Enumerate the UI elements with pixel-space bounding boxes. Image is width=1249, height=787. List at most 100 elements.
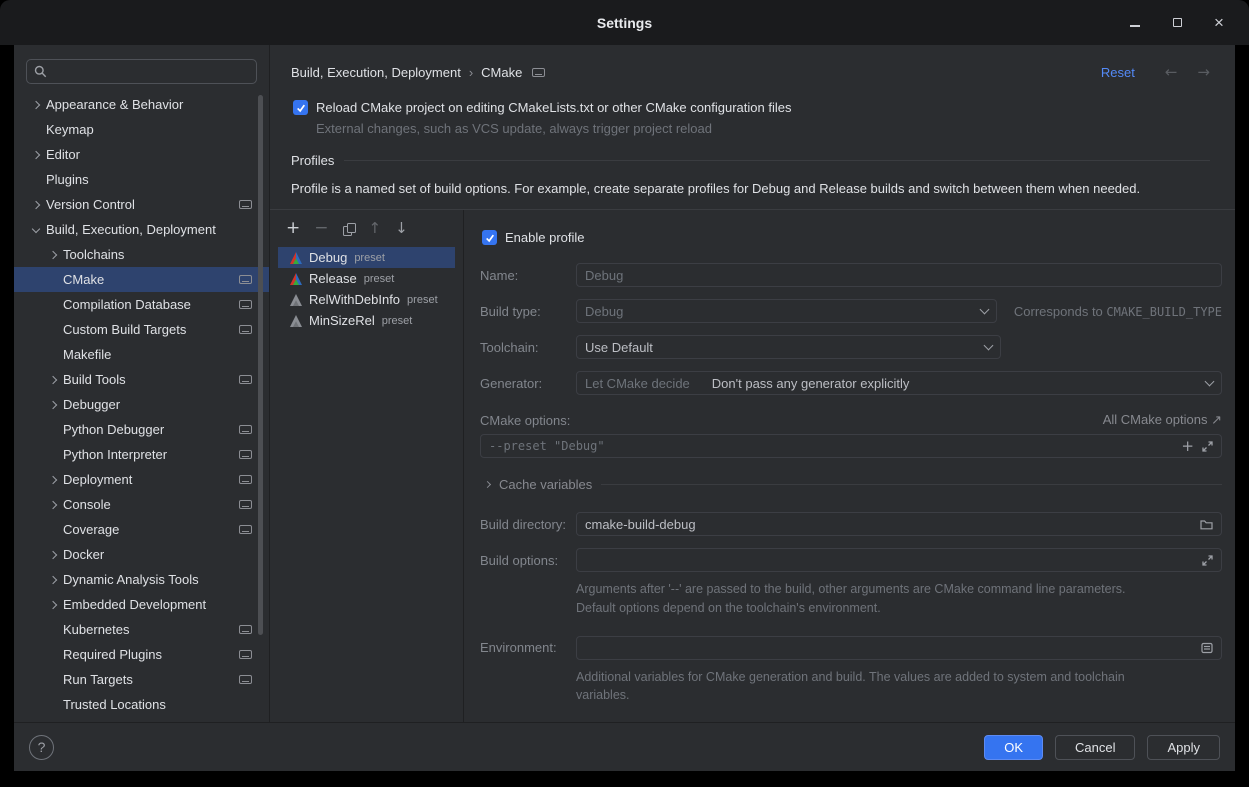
sidebar-item[interactable]: Deployment (14, 467, 269, 492)
chevron-down-icon[interactable] (984, 341, 994, 351)
build-options-field[interactable] (576, 548, 1222, 572)
chevron-icon[interactable] (33, 102, 46, 108)
chevron-down-icon[interactable] (979, 305, 989, 315)
profile-list-item[interactable]: MinSizeRel preset (278, 310, 455, 331)
sidebar-item[interactable]: Custom Build Targets (14, 317, 269, 342)
sidebar-item[interactable]: Python Interpreter (14, 442, 269, 467)
sidebar-item-label: Console (63, 497, 111, 512)
sidebar-item[interactable]: Editor (14, 142, 269, 167)
sidebar-item-label: CMake (63, 272, 104, 287)
chevron-icon[interactable] (50, 502, 63, 508)
move-up-icon[interactable]: ↑ (369, 221, 382, 236)
maximize-icon (1173, 18, 1182, 27)
chevron-down-icon[interactable] (1205, 377, 1215, 387)
chevron-icon[interactable] (50, 577, 63, 583)
environment-variables-icon[interactable] (1201, 642, 1213, 654)
sidebar-item[interactable]: Console (14, 492, 269, 517)
help-button[interactable]: ? (29, 735, 54, 760)
minimize-button[interactable] (1127, 15, 1143, 31)
profile-name: Debug (309, 250, 347, 265)
chevron-icon[interactable] (50, 552, 63, 558)
sidebar-item[interactable]: Toolchains (14, 242, 269, 267)
sidebar-item-label: Appearance & Behavior (46, 97, 183, 112)
sidebar-item[interactable]: Docker (14, 542, 269, 567)
sidebar-item[interactable]: Plugins (14, 167, 269, 192)
chevron-icon[interactable] (33, 152, 46, 158)
build-directory-field[interactable]: cmake-build-debug (576, 512, 1222, 536)
search-input[interactable] (53, 64, 249, 79)
close-button[interactable]: × (1211, 15, 1227, 31)
expand-icon[interactable] (1202, 441, 1213, 452)
sidebar-item-label: Dynamic Analysis Tools (63, 572, 199, 587)
sidebar-item[interactable]: Build Tools (14, 367, 269, 392)
sidebar-item[interactable]: Compilation Database (14, 292, 269, 317)
search-icon (34, 65, 47, 78)
reload-checkbox-label[interactable]: Reload CMake project on editing CMakeLis… (316, 100, 791, 115)
reset-link[interactable]: Reset (1101, 65, 1135, 80)
profiles-description: Profile is a named set of build options.… (291, 181, 1210, 196)
profile-list-item[interactable]: RelWithDebInfo preset (278, 289, 455, 310)
sidebar-item[interactable]: Appearance & Behavior (14, 92, 269, 117)
sidebar-item[interactable]: Embedded Development (14, 592, 269, 617)
sidebar-item[interactable]: Kubernetes (14, 617, 269, 642)
ok-button[interactable]: OK (984, 735, 1043, 760)
screen-settings-icon (239, 275, 252, 284)
toolchain-select[interactable]: Use Default (576, 335, 1001, 359)
search-box[interactable] (26, 59, 257, 84)
maximize-button[interactable] (1169, 15, 1185, 31)
sidebar-item[interactable]: Python Debugger (14, 417, 269, 442)
add-option-icon[interactable]: + (1181, 439, 1194, 454)
remove-profile-button[interactable]: − (314, 220, 328, 237)
sidebar-item[interactable]: Build, Execution, Deployment (14, 217, 269, 242)
sidebar-item-label: Deployment (63, 472, 132, 487)
enable-profile-checkbox[interactable] (482, 230, 497, 245)
reload-checkbox[interactable] (293, 100, 308, 115)
chevron-right-icon (484, 481, 491, 488)
cache-variables-toggle[interactable]: Cache variables (482, 477, 1222, 492)
build-type-select[interactable]: Debug (576, 299, 997, 323)
cmake-logo-icon (290, 273, 302, 285)
sidebar-item[interactable]: CMake (14, 267, 269, 292)
sidebar-item[interactable]: Keymap (14, 117, 269, 142)
profile-list-item[interactable]: Release preset (278, 268, 455, 289)
sidebar-item[interactable]: Run Targets (14, 667, 269, 692)
cmake-options-value: --preset "Debug" (489, 439, 1173, 453)
breadcrumb-item-build-execution-deployment[interactable]: Build, Execution, Deployment (291, 65, 461, 80)
chevron-icon[interactable] (33, 202, 46, 208)
chevron-icon[interactable] (50, 377, 63, 383)
add-profile-button[interactable]: + (286, 220, 300, 237)
sidebar-item[interactable]: Version Control (14, 192, 269, 217)
cancel-button[interactable]: Cancel (1055, 735, 1135, 760)
chevron-icon[interactable] (50, 402, 63, 408)
sidebar-item-label: Kubernetes (63, 622, 130, 637)
forward-arrow-icon[interactable]: → (1197, 63, 1210, 81)
folder-icon[interactable] (1200, 519, 1213, 530)
sidebar-item[interactable]: Coverage (14, 517, 269, 542)
move-down-icon[interactable]: ↓ (395, 221, 408, 236)
name-field[interactable]: Debug (576, 263, 1222, 287)
sidebar-item[interactable]: Makefile (14, 342, 269, 367)
profile-list-item[interactable]: Debug preset (278, 247, 455, 268)
chevron-icon[interactable] (50, 602, 63, 608)
sidebar-scrollbar[interactable] (258, 95, 263, 635)
sidebar-item[interactable]: Debugger (14, 392, 269, 417)
settings-content: Build, Execution, Deployment › CMake Res… (270, 45, 1235, 722)
build-type-note-code: CMAKE_BUILD_TYPE (1106, 305, 1222, 319)
generator-select[interactable]: Let CMake decide Don't pass any generato… (576, 371, 1222, 395)
sidebar-item[interactable]: Dynamic Analysis Tools (14, 567, 269, 592)
enable-profile-label[interactable]: Enable profile (505, 230, 585, 245)
copy-profile-icon[interactable] (343, 223, 355, 235)
all-cmake-options-link[interactable]: All CMake options ↗ (1103, 412, 1222, 428)
expand-icon[interactable] (1202, 555, 1213, 566)
breadcrumb-item-cmake[interactable]: CMake (481, 65, 522, 80)
sidebar-item[interactable]: Required Plugins (14, 642, 269, 667)
chevron-icon[interactable] (33, 228, 46, 232)
back-arrow-icon[interactable]: ← (1165, 63, 1178, 81)
apply-button[interactable]: Apply (1147, 735, 1220, 760)
chevron-icon[interactable] (50, 477, 63, 483)
cmake-options-field[interactable]: --preset "Debug" + (480, 434, 1222, 458)
environment-field[interactable] (576, 636, 1222, 660)
sidebar-item[interactable]: Trusted Locations (14, 692, 269, 717)
sidebar-item-label: Editor (46, 147, 80, 162)
chevron-icon[interactable] (50, 252, 63, 258)
